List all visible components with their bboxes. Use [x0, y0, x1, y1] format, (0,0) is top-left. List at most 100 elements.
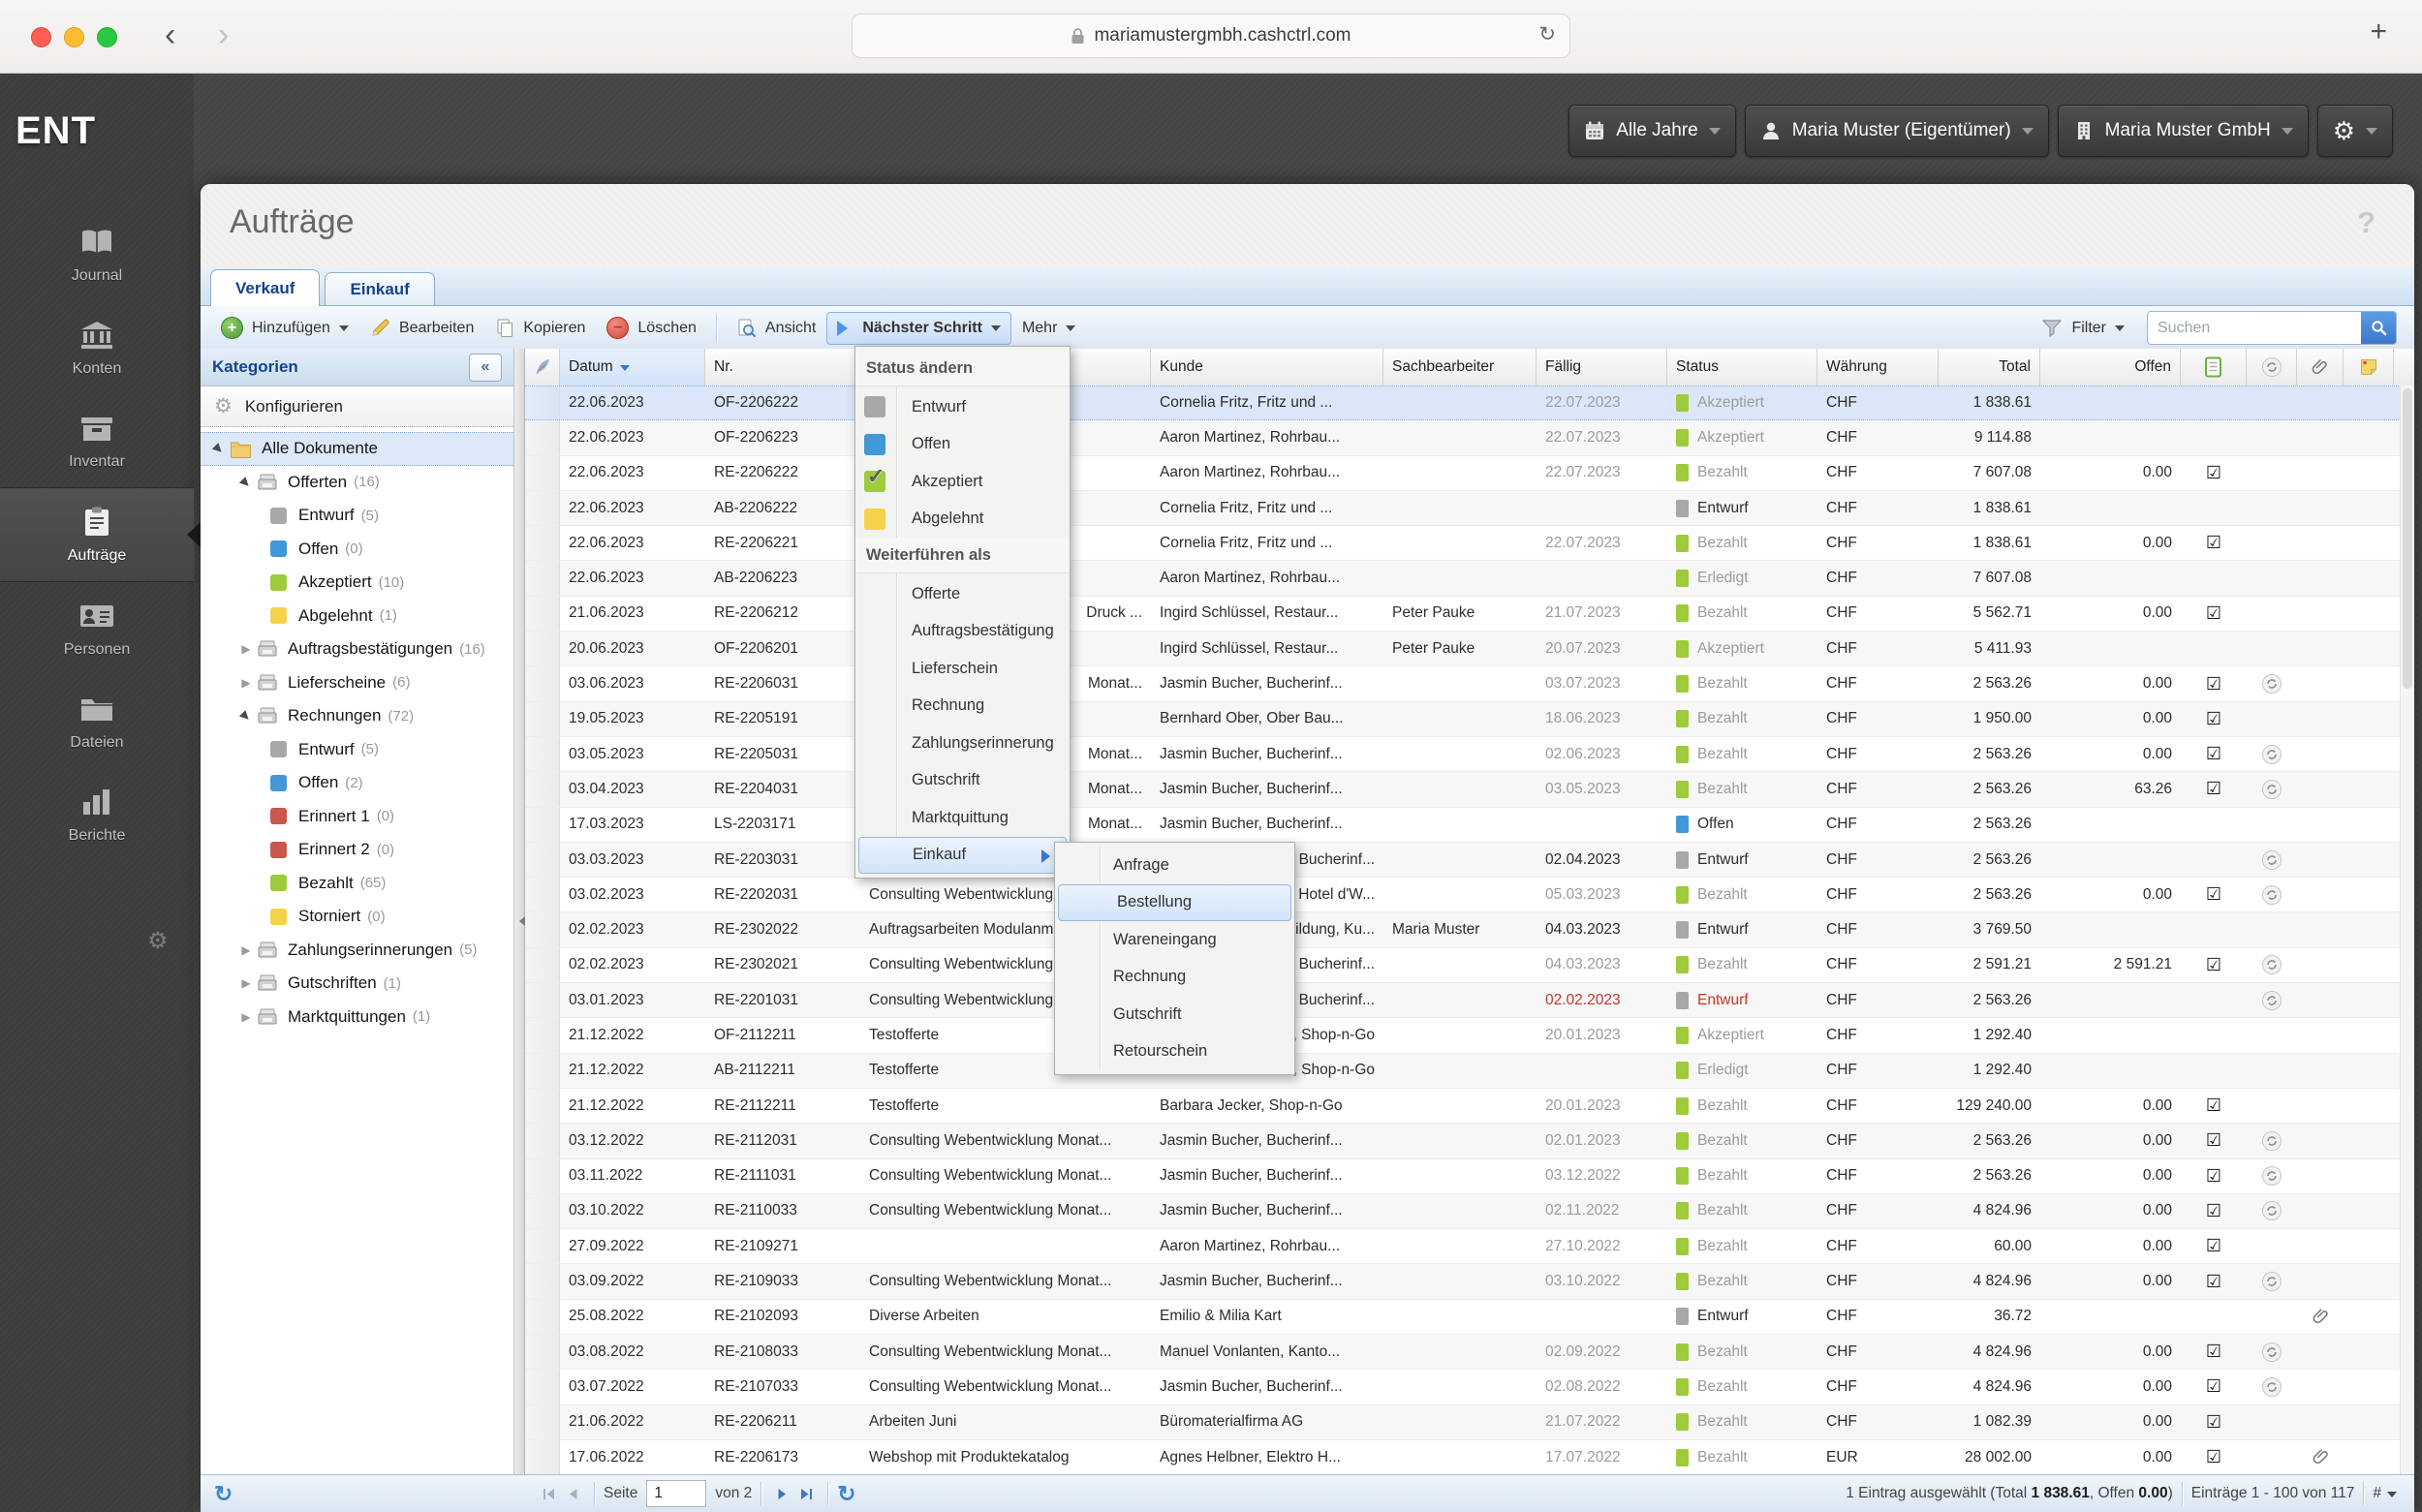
expand-node-icon[interactable]: ▶ — [235, 676, 257, 690]
sidebar-item-auftrage[interactable]: Aufträge — [0, 487, 201, 582]
category-item[interactable]: ▶ Alle Dokumente — [201, 432, 513, 466]
table-row[interactable]: 03.01.2023 RE-2201031 Consulting Webentwic… — [525, 983, 2401, 1019]
table-row[interactable]: 03.10.2022 RE-2110033 Consulting Webentwic… — [525, 1193, 2401, 1230]
menu-item-offerte[interactable]: Offerte — [855, 575, 1070, 613]
column-header-sachbearbeiter[interactable]: Sachbearbeiter — [1383, 349, 1537, 386]
reload-icon[interactable]: ↻ — [1538, 22, 1556, 46]
category-item[interactable]: ▶ Auftragsbestätigungen (16) — [201, 633, 513, 666]
sidebar-gear-icon[interactable]: ⚙ — [147, 927, 169, 955]
menu-item-lieferschein[interactable]: Lieferschein — [855, 650, 1070, 688]
menu-item-akzeptiert[interactable]: ✓ Akzeptiert — [855, 463, 1070, 501]
grid-refresh-icon[interactable]: ↻ — [837, 1481, 855, 1507]
next-step-button[interactable]: Nächster Schritt — [826, 311, 1011, 345]
expand-node-icon[interactable]: ▶ — [235, 1010, 257, 1024]
sidebar-item-dateien[interactable]: Dateien — [0, 675, 194, 768]
table-row[interactable]: 22.06.2023 OF-2206222 Cornelia Fritz, Frit… — [525, 386, 2401, 421]
search-input[interactable] — [2148, 312, 2361, 344]
column-header-waehrung[interactable]: Währung — [1817, 349, 1939, 386]
sidebar-item-berichte[interactable]: Berichte — [0, 768, 194, 861]
configure-row[interactable]: ⚙ Konfigurieren — [201, 386, 513, 427]
category-item[interactable]: ▶ Gutschriften (1) — [201, 967, 513, 1001]
submenu-item-retourschein[interactable]: Retourschein — [1055, 1034, 1294, 1071]
table-row[interactable]: 03.03.2023 RE-2203031, Bucherinf... 02.04.… — [525, 842, 2401, 879]
edit-button[interactable]: Bearbeiten — [359, 310, 484, 346]
table-row[interactable]: 17.03.2023 LS-2203171 Monat... Jasmin Buche… — [525, 807, 2401, 843]
column-header-col-attachment[interactable] — [2297, 349, 2344, 386]
company-menu-button[interactable]: Maria Muster GmbH — [2057, 105, 2309, 157]
table-row[interactable]: 17.06.2022 RE-2206173 Webshop mit Produkte… — [525, 1439, 2401, 1475]
delete-button[interactable]: − Löschen — [596, 309, 707, 347]
table-row[interactable]: 03.07.2022 RE-2107033 Consulting Webentwic… — [525, 1370, 2401, 1405]
category-item[interactable]: Storniert (0) — [201, 900, 513, 934]
table-row[interactable]: 22.06.2023 OF-2206223 Aaron Martinez, Rohr… — [525, 420, 2401, 456]
category-item[interactable]: Offen (2) — [201, 766, 513, 800]
next-page-button[interactable] — [774, 1486, 791, 1502]
tab-verkauf[interactable]: Verkauf — [210, 269, 321, 306]
category-item[interactable]: Offen (0) — [201, 533, 513, 567]
table-row[interactable]: 25.08.2022 RE-2102093 Diverse Arbeiten Emil… — [525, 1299, 2401, 1336]
menu-item-entwurf[interactable]: Entwurf — [855, 388, 1070, 426]
menu-item-offen[interactable]: Offen — [855, 426, 1070, 464]
sidebar-item-inventar[interactable]: Inventar — [0, 394, 194, 487]
column-header-nr[interactable]: Nr. — [705, 349, 860, 386]
search-button[interactable] — [2361, 312, 2396, 344]
menu-item-marktquittung[interactable]: Marktquittung — [855, 799, 1070, 837]
menu-item-auftragsbesttigung[interactable]: Auftragsbestätigung — [855, 613, 1070, 651]
table-row[interactable]: 21.12.2022 OF-2112211 Testofferte, Shop-n-… — [525, 1018, 2401, 1054]
column-header-total[interactable]: Total — [1939, 349, 2040, 386]
table-row[interactable]: 03.06.2023 RE-2206031 Monat... Jasmin Buche… — [525, 666, 2401, 702]
table-row[interactable]: 03.05.2023 RE-2205031 Monat... Jasmin Buche… — [525, 736, 2401, 773]
submenu-item-anfrage[interactable]: Anfrage — [1055, 847, 1294, 884]
table-row[interactable]: 20.06.2023 OF-2206201 Ingird Schlüssel, Re… — [525, 632, 2401, 667]
table-row[interactable]: 21.12.2022 AB-2112211 Testofferte, Shop-n-… — [525, 1053, 2401, 1089]
expand-node-icon[interactable]: ▶ — [235, 976, 257, 990]
help-icon[interactable]: ? — [2357, 205, 2375, 240]
settings-menu-button[interactable]: ⚙ — [2316, 105, 2393, 157]
column-header-datum[interactable]: Datum — [560, 349, 705, 386]
forward-button[interactable]: › — [218, 14, 229, 56]
table-row[interactable]: 03.04.2023 RE-2204031 Monat... Jasmin Buche… — [525, 772, 2401, 808]
first-page-button[interactable] — [541, 1486, 557, 1502]
sidebar-item-konten[interactable]: Konten — [0, 301, 194, 394]
category-item[interactable]: ▶ Offerten (16) — [201, 466, 513, 500]
table-row[interactable]: 21.06.2022 RE-2206211 Arbeiten Juni Büromat… — [525, 1404, 2401, 1440]
table-row[interactable]: 03.11.2022 RE-2111031 Consulting Webentwic… — [525, 1158, 2401, 1194]
more-button[interactable]: Mehr — [1011, 312, 1086, 345]
panel-splitter[interactable] — [513, 349, 525, 1475]
table-row[interactable]: 19.05.2023 RE-2205191 Bernhard Ober, Ober … — [525, 701, 2401, 737]
column-header-status[interactable]: Status — [1667, 349, 1817, 386]
table-row[interactable]: 02.02.2023 RE-2302022 Auftragsarbeiten Mod… — [525, 912, 2401, 948]
menu-item-zahlungserinnerung[interactable]: Zahlungserinnerung — [855, 725, 1070, 762]
submenu-item-bestellung[interactable]: Bestellung — [1058, 883, 1291, 921]
category-item[interactable]: Entwurf (5) — [201, 499, 513, 533]
collapse-panel-button[interactable]: « — [469, 353, 502, 382]
back-button[interactable]: ‹ — [165, 14, 175, 56]
user-menu-button[interactable]: Maria Muster (Eigentümer) — [1744, 105, 2049, 157]
new-tab-button[interactable]: + — [2370, 15, 2387, 48]
column-header-col-note[interactable] — [2344, 349, 2394, 386]
category-item[interactable]: Akzeptiert (10) — [201, 566, 513, 600]
submenu-item-rechnung[interactable]: Rechnung — [1055, 959, 1294, 997]
sidebar-item-personen[interactable]: Personen — [0, 582, 194, 675]
table-row[interactable]: 03.02.2023 RE-2202031 Consulting Webentwic… — [525, 878, 2401, 913]
last-page-button[interactable] — [798, 1486, 815, 1502]
table-row[interactable]: 22.06.2023 AB-2206223 Aaron Martinez, Rohr… — [525, 561, 2401, 597]
collapse-node-icon[interactable]: ▶ — [206, 437, 231, 461]
column-header-handle[interactable] — [525, 349, 560, 386]
column-header-offen[interactable]: Offen — [2040, 349, 2181, 386]
table-row[interactable]: 27.09.2022 RE-2109271 Aaron Martinez, Rohr… — [525, 1229, 2401, 1265]
column-header-col-notes[interactable] — [2181, 349, 2247, 386]
category-item[interactable]: ▶ Lieferscheine (6) — [201, 666, 513, 700]
sidebar-item-journal[interactable]: Journal — [0, 208, 194, 301]
vertical-scrollbar[interactable] — [2400, 386, 2414, 1475]
menu-item-rechnung[interactable]: Rechnung — [855, 688, 1070, 725]
url-bar[interactable]: mariamustergmbh.cashctrl.com ↻ — [852, 14, 1570, 58]
expand-node-icon[interactable]: ▶ — [235, 642, 257, 656]
tab-einkauf[interactable]: Einkauf — [325, 272, 435, 305]
category-item[interactable]: Abgelehnt (1) — [201, 600, 513, 633]
menu-item-einkauf[interactable]: Einkauf — [858, 836, 1067, 874]
table-row[interactable]: 03.12.2022 RE-2112031 Consulting Webentwic… — [525, 1124, 2401, 1159]
category-item[interactable]: Erinnert 1 (0) — [201, 800, 513, 834]
menu-item-abgelehnt[interactable]: Abgelehnt — [855, 501, 1070, 539]
menu-item-gutschrift[interactable]: Gutschrift — [855, 762, 1070, 800]
